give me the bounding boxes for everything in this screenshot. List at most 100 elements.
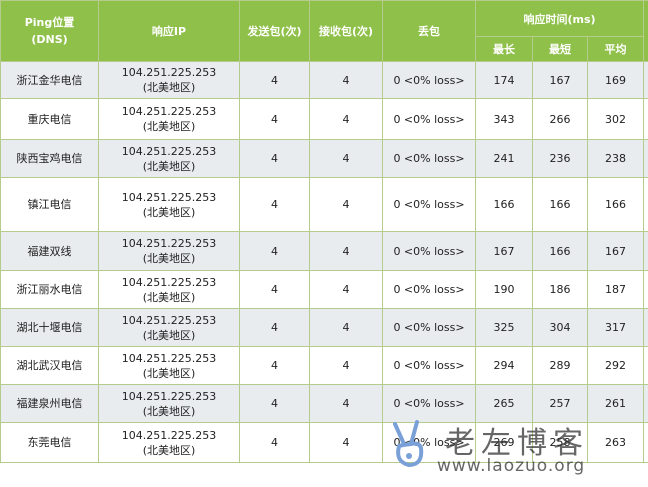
cell-sent: 4 bbox=[239, 139, 310, 178]
cell-received: 4 bbox=[309, 308, 383, 347]
cell-received: 4 bbox=[309, 422, 383, 463]
cell-loss: 0 <0% loss> bbox=[382, 384, 476, 423]
cell-ip: 104.251.225.253 (北美地区) bbox=[98, 270, 240, 309]
header-min: 最短 bbox=[532, 36, 588, 62]
cell-sent: 4 bbox=[239, 422, 310, 463]
cell-max: 190 bbox=[475, 270, 533, 309]
cell-sent: 4 bbox=[239, 384, 310, 423]
cell-loss: 0 <0% loss> bbox=[382, 422, 476, 463]
cell-min: 166 bbox=[532, 231, 588, 271]
header-sent: 发送包(次) bbox=[239, 0, 310, 62]
cell-ip: 104.251.225.253 (北美地区) bbox=[98, 422, 240, 463]
cell-ip: 104.251.225.253 (北美地区) bbox=[98, 231, 240, 271]
cell-loss: 0 <0% loss> bbox=[382, 346, 476, 385]
cell-location: 重庆电信 bbox=[0, 98, 99, 140]
cell-sent: 4 bbox=[239, 98, 310, 140]
cell-location: 浙江金华电信 bbox=[0, 61, 99, 99]
cell-spacer bbox=[643, 177, 648, 232]
cell-avg: 292 bbox=[587, 346, 644, 385]
cell-avg: 169 bbox=[587, 61, 644, 99]
cell-location: 浙江丽水电信 bbox=[0, 270, 99, 309]
cell-received: 4 bbox=[309, 177, 383, 232]
cell-loss: 0 <0% loss> bbox=[382, 177, 476, 232]
cell-max: 294 bbox=[475, 346, 533, 385]
cell-avg: 317 bbox=[587, 308, 644, 347]
table-row: 东莞电信 104.251.225.253 (北美地区) 4 4 0 <0% loss> 2… bbox=[0, 422, 648, 463]
cell-location: 福建泉州电信 bbox=[0, 384, 99, 423]
cell-loss: 0 <0% loss> bbox=[382, 308, 476, 347]
cell-spacer bbox=[643, 231, 648, 271]
cell-received: 4 bbox=[309, 98, 383, 140]
cell-location: 湖北十堰电信 bbox=[0, 308, 99, 347]
cell-ip: 104.251.225.253 (北美地区) bbox=[98, 98, 240, 140]
cell-spacer bbox=[643, 61, 648, 99]
cell-location: 福建双线 bbox=[0, 231, 99, 271]
header-avg: 平均 bbox=[587, 36, 644, 62]
cell-avg: 166 bbox=[587, 177, 644, 232]
cell-spacer bbox=[643, 422, 648, 463]
table-row: 浙江金华电信 104.251.225.253 (北美地区) 4 4 0 <0% loss… bbox=[0, 61, 648, 99]
cell-location: 镇江电信 bbox=[0, 177, 99, 232]
cell-avg: 302 bbox=[587, 98, 644, 140]
table-body: 浙江金华电信 104.251.225.253 (北美地区) 4 4 0 <0% loss… bbox=[0, 61, 648, 463]
cell-spacer bbox=[643, 270, 648, 309]
table-row: 福建双线 104.251.225.253 (北美地区) 4 4 0 <0% loss> 1… bbox=[0, 231, 648, 271]
cell-loss: 0 <0% loss> bbox=[382, 139, 476, 178]
cell-max: 174 bbox=[475, 61, 533, 99]
cell-location: 东莞电信 bbox=[0, 422, 99, 463]
header-response-time: 响应时间(ms) bbox=[475, 0, 644, 37]
cell-min: 186 bbox=[532, 270, 588, 309]
cell-spacer bbox=[643, 139, 648, 178]
cell-loss: 0 <0% loss> bbox=[382, 231, 476, 271]
cell-ip: 104.251.225.253 (北美地区) bbox=[98, 177, 240, 232]
table-row: 湖北武汉电信 104.251.225.253 (北美地区) 4 4 0 <0% loss… bbox=[0, 346, 648, 385]
cell-received: 4 bbox=[309, 139, 383, 178]
cell-sent: 4 bbox=[239, 61, 310, 99]
cell-avg: 261 bbox=[587, 384, 644, 423]
cell-min: 166 bbox=[532, 177, 588, 232]
header-loss: 丢包 bbox=[382, 0, 476, 62]
cell-max: 265 bbox=[475, 384, 533, 423]
header-received: 接收包(次) bbox=[309, 0, 383, 62]
cell-received: 4 bbox=[309, 61, 383, 99]
cell-min: 167 bbox=[532, 61, 588, 99]
cell-received: 4 bbox=[309, 346, 383, 385]
cell-avg: 187 bbox=[587, 270, 644, 309]
cell-ip: 104.251.225.253 (北美地区) bbox=[98, 61, 240, 99]
cell-min: 266 bbox=[532, 98, 588, 140]
cell-spacer bbox=[643, 308, 648, 347]
cell-loss: 0 <0% loss> bbox=[382, 61, 476, 99]
table-row: 浙江丽水电信 104.251.225.253 (北美地区) 4 4 0 <0% loss… bbox=[0, 270, 648, 309]
cell-max: 325 bbox=[475, 308, 533, 347]
cell-avg: 238 bbox=[587, 139, 644, 178]
cell-loss: 0 <0% loss> bbox=[382, 270, 476, 309]
cell-received: 4 bbox=[309, 384, 383, 423]
cell-received: 4 bbox=[309, 270, 383, 309]
cell-sent: 4 bbox=[239, 231, 310, 271]
table-row: 镇江电信 104.251.225.253 (北美地区) 4 4 0 <0% loss> 1… bbox=[0, 177, 648, 232]
cell-sent: 4 bbox=[239, 177, 310, 232]
table-row: 湖北十堰电信 104.251.225.253 (北美地区) 4 4 0 <0% loss… bbox=[0, 308, 648, 347]
table-row: 陕西宝鸡电信 104.251.225.253 (北美地区) 4 4 0 <0% loss… bbox=[0, 139, 648, 178]
cell-sent: 4 bbox=[239, 270, 310, 309]
table-row: 福建泉州电信 104.251.225.253 (北美地区) 4 4 0 <0% loss… bbox=[0, 384, 648, 423]
cell-spacer bbox=[643, 98, 648, 140]
cell-spacer bbox=[643, 384, 648, 423]
cell-received: 4 bbox=[309, 231, 383, 271]
cell-loss: 0 <0% loss> bbox=[382, 98, 476, 140]
cell-min: 258 bbox=[532, 422, 588, 463]
ping-results-table: Ping位置 (DNS) 响应IP 发送包(次) 接收包(次) 丢包 响应时间(… bbox=[0, 0, 648, 463]
cell-ip: 104.251.225.253 (北美地区) bbox=[98, 139, 240, 178]
cell-spacer bbox=[643, 346, 648, 385]
cell-location: 陕西宝鸡电信 bbox=[0, 139, 99, 178]
cell-location: 湖北武汉电信 bbox=[0, 346, 99, 385]
cell-max: 166 bbox=[475, 177, 533, 232]
cell-avg: 167 bbox=[587, 231, 644, 271]
cell-min: 304 bbox=[532, 308, 588, 347]
cell-max: 167 bbox=[475, 231, 533, 271]
cell-min: 257 bbox=[532, 384, 588, 423]
cell-max: 241 bbox=[475, 139, 533, 178]
header-location: Ping位置 (DNS) bbox=[0, 0, 99, 62]
cell-avg: 263 bbox=[587, 422, 644, 463]
header-ip: 响应IP bbox=[98, 0, 240, 62]
